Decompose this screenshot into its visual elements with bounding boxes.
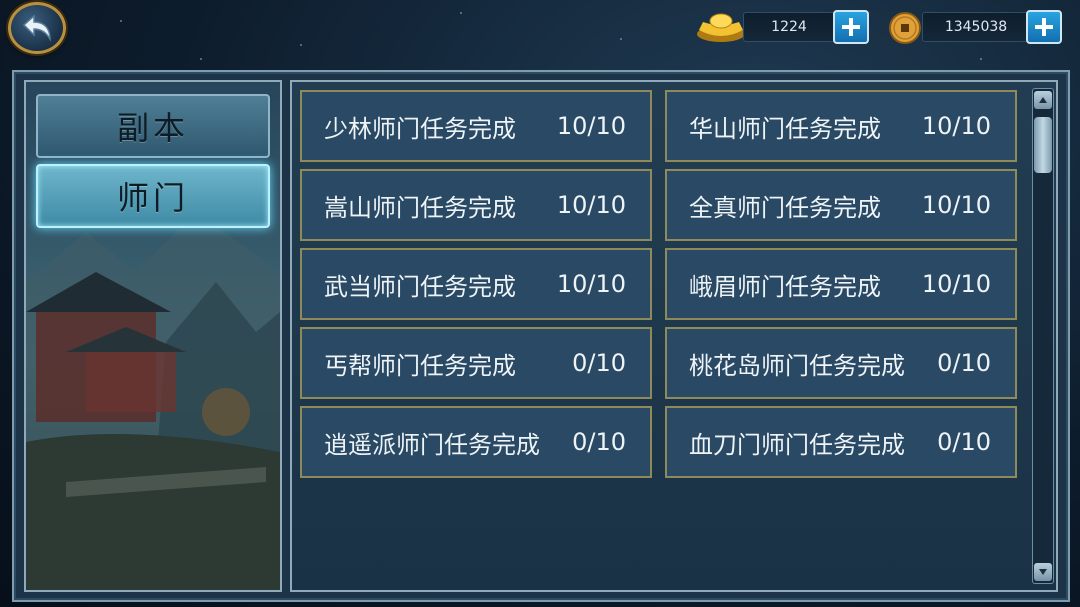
temple-landscape-illustration [26,212,280,590]
task-item[interactable]: 武当师门任务完成 10/10 [300,248,652,320]
task-progress: 0/10 [572,428,626,456]
add-gold-button[interactable] [833,10,869,44]
task-item[interactable]: 逍遥派师门任务完成 0/10 [300,406,652,478]
task-item[interactable]: 全真师门任务完成 10/10 [665,169,1017,241]
plus-icon [1035,18,1053,36]
task-progress: 10/10 [556,270,626,298]
task-item[interactable]: 嵩山师门任务完成 10/10 [300,169,652,241]
task-name: 血刀门师门任务完成 [689,430,905,459]
gold-ingot-icon [697,13,745,42]
task-item[interactable]: 峨眉师门任务完成 10/10 [665,248,1017,320]
task-progress: 0/10 [572,349,626,377]
back-arrow-icon [22,14,51,42]
scroll-up-button[interactable] [1034,91,1052,109]
scrollbar[interactable] [1032,88,1054,584]
task-name: 逍遥派师门任务完成 [324,430,540,459]
task-name: 桃花岛师门任务完成 [689,351,905,380]
task-name: 武当师门任务完成 [324,272,516,301]
task-list-panel: 少林师门任务完成 10/10 华山师门任务完成 10/10 嵩山师门任务完成 1… [290,80,1058,592]
tab-dungeon[interactable]: 副本 [36,94,270,158]
task-name: 峨眉师门任务完成 [689,272,881,301]
task-progress: 0/10 [937,428,991,456]
task-item[interactable]: 少林师门任务完成 10/10 [300,90,652,162]
task-item[interactable]: 桃花岛师门任务完成 0/10 [665,327,1017,399]
task-progress: 0/10 [937,349,991,377]
task-progress: 10/10 [556,191,626,219]
coin-amount: 1345038 [922,12,1030,42]
task-item[interactable]: 华山师门任务完成 10/10 [665,90,1017,162]
back-button[interactable] [8,2,66,54]
task-progress: 10/10 [556,112,626,140]
copper-coin-icon [889,12,921,44]
task-name: 嵩山师门任务完成 [324,193,516,222]
add-coin-button[interactable] [1026,10,1062,44]
arrow-down-icon [1039,569,1047,575]
task-window: 副本 师门 少林师门任务完成 10/10 华山师门任务完成 10/10 嵩山师门… [12,70,1070,602]
task-item[interactable]: 血刀门师门任务完成 0/10 [665,406,1017,478]
task-progress: 10/10 [921,112,991,140]
gold-amount: 1224 [743,12,835,42]
arrow-up-icon [1039,97,1047,103]
scroll-thumb[interactable] [1034,117,1052,173]
task-name: 丐帮师门任务完成 [324,351,516,380]
task-name: 少林师门任务完成 [324,114,516,143]
category-panel: 副本 师门 [24,80,282,592]
scroll-down-button[interactable] [1034,563,1052,581]
coin-currency: 1345038 [886,10,1066,44]
task-item[interactable]: 丐帮师门任务完成 0/10 [300,327,652,399]
gold-currency: 1224 [695,10,875,44]
task-name: 全真师门任务完成 [689,193,881,222]
task-progress: 10/10 [921,191,991,219]
task-name: 华山师门任务完成 [689,114,881,143]
plus-icon [842,18,860,36]
tab-sect[interactable]: 师门 [36,164,270,228]
task-progress: 10/10 [921,270,991,298]
